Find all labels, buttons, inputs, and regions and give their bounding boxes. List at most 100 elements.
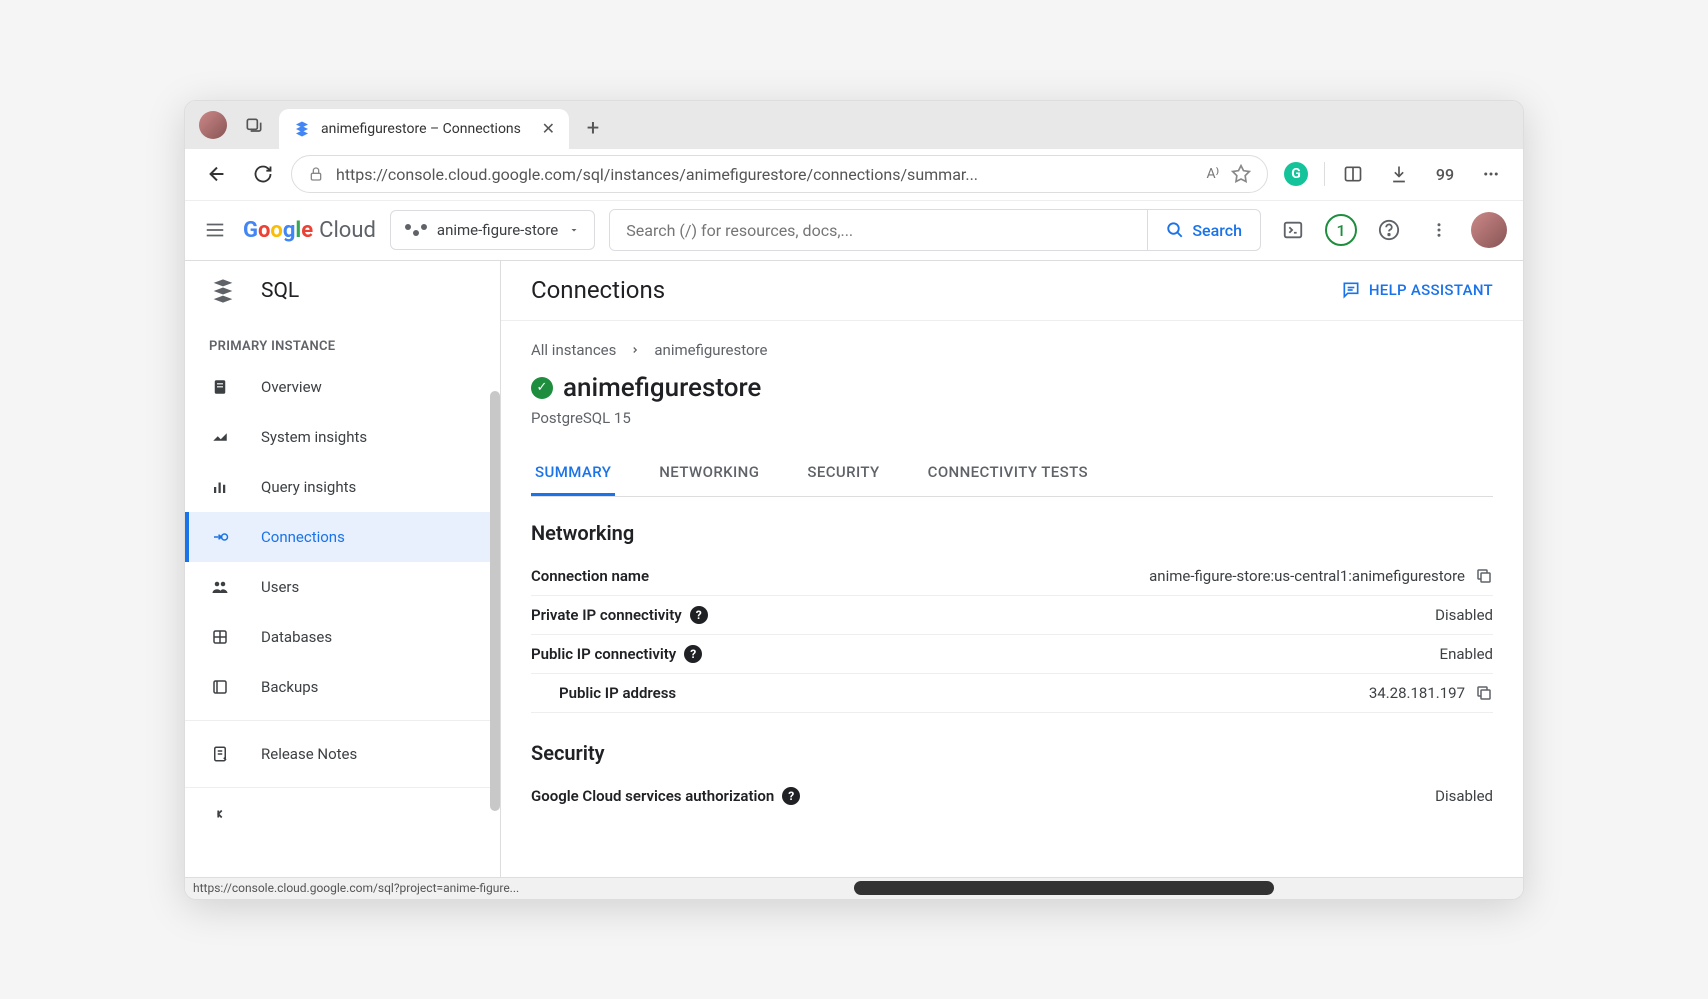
tab-connectivity-tests[interactable]: CONNECTIVITY TESTS: [924, 451, 1092, 496]
tab-summary[interactable]: SUMMARY: [531, 451, 615, 496]
backup-icon: [209, 676, 231, 698]
chat-icon: [1341, 280, 1361, 300]
security-section-title: Security: [531, 741, 1493, 765]
sidebar-item-release-notes[interactable]: Release Notes: [185, 729, 500, 779]
label-connection-name: Connection name: [531, 567, 649, 585]
sidebar-item-system-insights[interactable]: System insights: [185, 412, 500, 462]
user-avatar-icon[interactable]: [1471, 212, 1507, 248]
lock-icon: [308, 166, 324, 182]
bar-chart-icon: [209, 476, 231, 498]
notes-icon: [209, 743, 231, 765]
console-header: Google Cloud anime-figure-store Search 1: [185, 201, 1523, 261]
downloads-icon[interactable]: [1381, 156, 1417, 192]
page-title: Connections: [531, 276, 665, 304]
instance-type: PostgreSQL 15: [531, 409, 1493, 427]
chevron-right-icon: [630, 345, 640, 355]
sidebar-item-overview[interactable]: Overview: [185, 362, 500, 412]
breadcrumb: All instances animefigurestore: [531, 341, 1493, 359]
content-area: Connections HELP ASSISTANT All instances…: [501, 261, 1523, 899]
value-public-ip-address: 34.28.181.197: [1369, 684, 1465, 702]
value-public-ip: Enabled: [1440, 645, 1493, 663]
breadcrumb-current: animefigurestore: [654, 341, 767, 359]
url-field[interactable]: https://console.cloud.google.com/sql/ins…: [291, 155, 1268, 193]
notifications-badge[interactable]: 1: [1325, 214, 1357, 246]
address-bar: https://console.cloud.google.com/sql/ins…: [185, 149, 1523, 201]
page-header: Connections HELP ASSISTANT: [501, 261, 1523, 321]
label-gc-auth: Google Cloud services authorization: [531, 787, 774, 805]
grammarly-extension-icon[interactable]: G: [1278, 156, 1314, 192]
project-name: anime-figure-store: [437, 221, 558, 239]
tab-title: animefigurestore – Connections: [321, 121, 521, 137]
read-aloud-icon[interactable]: A⁾: [1206, 166, 1219, 182]
google-cloud-logo[interactable]: Google Cloud: [243, 218, 376, 243]
close-tab-icon[interactable]: ✕: [542, 119, 555, 138]
breadcrumb-all-instances[interactable]: All instances: [531, 341, 616, 359]
sidebar-item-backups[interactable]: Backups: [185, 662, 500, 712]
status-check-icon: ✓: [531, 377, 553, 399]
new-tab-button[interactable]: +: [577, 113, 609, 145]
split-screen-icon[interactable]: [1335, 156, 1371, 192]
copy-icon[interactable]: [1475, 684, 1493, 702]
collections-icon[interactable]: 99: [1427, 156, 1463, 192]
kebab-menu-icon[interactable]: [1421, 212, 1457, 248]
cloud-shell-icon[interactable]: [1275, 212, 1311, 248]
help-icon[interactable]: ?: [690, 606, 708, 624]
label-public-ip-address: Public IP address: [531, 684, 676, 702]
project-icon: [405, 224, 427, 236]
refresh-button[interactable]: [245, 156, 281, 192]
value-private-ip: Disabled: [1435, 606, 1493, 624]
back-button[interactable]: [199, 156, 235, 192]
tab-security[interactable]: SECURITY: [803, 451, 883, 496]
help-assistant-button[interactable]: HELP ASSISTANT: [1341, 280, 1493, 300]
sql-service-header[interactable]: SQL: [185, 261, 500, 321]
browser-tab[interactable]: animefigurestore – Connections ✕: [279, 109, 569, 149]
help-icon[interactable]: [1371, 212, 1407, 248]
search-icon: [1166, 221, 1184, 239]
label-private-ip: Private IP connectivity: [531, 606, 682, 624]
sidebar: SQL PRIMARY INSTANCE Overview System ins…: [185, 261, 501, 899]
sidebar-collapse-button[interactable]: [185, 796, 500, 832]
search-button[interactable]: Search: [1147, 210, 1260, 250]
connection-icon: [209, 526, 231, 548]
users-icon: [209, 576, 231, 598]
sidebar-item-databases[interactable]: Databases: [185, 612, 500, 662]
row-public-ip-address: Public IP address 34.28.181.197: [531, 674, 1493, 713]
value-gc-auth: Disabled: [1435, 787, 1493, 805]
database-icon: [209, 626, 231, 648]
tab-strip: animefigurestore – Connections ✕ +: [185, 101, 1523, 149]
favorite-icon[interactable]: [1231, 164, 1251, 184]
help-icon[interactable]: ?: [782, 787, 800, 805]
sidebar-item-query-insights[interactable]: Query insights: [185, 462, 500, 512]
row-private-ip: Private IP connectivity? Disabled: [531, 596, 1493, 635]
row-connection-name: Connection name anime-figure-store:us-ce…: [531, 557, 1493, 596]
browser-window: animefigurestore – Connections ✕ + https…: [184, 100, 1524, 900]
overview-icon: [209, 376, 231, 398]
sql-icon: [209, 277, 237, 305]
instance-name: animefigurestore: [563, 373, 761, 403]
chevron-down-icon: [568, 224, 580, 236]
tab-networking[interactable]: NETWORKING: [655, 451, 763, 496]
project-picker[interactable]: anime-figure-store: [390, 210, 595, 250]
search-bar: Search: [609, 209, 1261, 251]
sidebar-item-connections[interactable]: Connections: [185, 512, 500, 562]
sql-title: SQL: [261, 279, 299, 303]
profile-avatar-icon[interactable]: [199, 111, 227, 139]
tab-overview-icon[interactable]: [243, 115, 265, 137]
copy-icon[interactable]: [1475, 567, 1493, 585]
horizontal-scrollbar[interactable]: [854, 881, 1274, 895]
row-gc-auth: Google Cloud services authorization? Dis…: [531, 777, 1493, 815]
scrollbar[interactable]: [490, 391, 500, 811]
status-bar: https://console.cloud.google.com/sql?pro…: [185, 877, 1523, 899]
browser-menu-icon[interactable]: [1473, 156, 1509, 192]
sidebar-item-users[interactable]: Users: [185, 562, 500, 612]
search-input[interactable]: [610, 210, 1147, 250]
url-text: https://console.cloud.google.com/sql/ins…: [336, 165, 1194, 184]
chart-icon: [209, 426, 231, 448]
help-icon[interactable]: ?: [684, 645, 702, 663]
chevron-left-icon: [209, 803, 231, 825]
cloud-sql-favicon-icon: [293, 120, 311, 138]
tabs: SUMMARY NETWORKING SECURITY CONNECTIVITY…: [531, 451, 1493, 497]
nav-menu-icon[interactable]: [201, 216, 229, 244]
sidebar-section-label: PRIMARY INSTANCE: [185, 321, 500, 362]
networking-section-title: Networking: [531, 521, 1493, 545]
